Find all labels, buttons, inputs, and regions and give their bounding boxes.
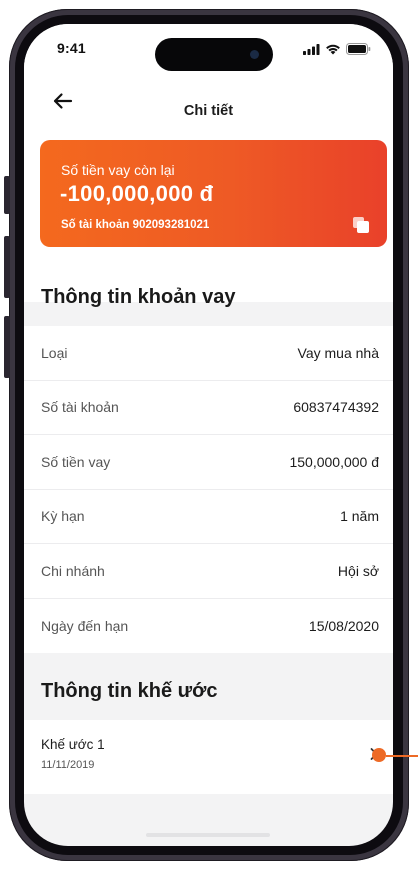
row-key: Số tiền vay xyxy=(41,453,111,470)
balance-label: Số tiền vay còn lại xyxy=(61,162,175,178)
screen: 9:41 Chi tiết Số tiền vay còn lại -100,0… xyxy=(24,24,393,846)
row-key: Kỳ hạn xyxy=(41,508,85,525)
row-value: 150,000,000 đ xyxy=(289,453,379,470)
annotation-pointer-dot xyxy=(372,748,386,762)
row-value: Hội sở xyxy=(337,562,379,579)
nav-header: Chi tiết xyxy=(24,72,393,132)
copy-icon[interactable] xyxy=(352,216,370,234)
row-value: Vay mua nhà xyxy=(297,344,379,361)
battery-icon xyxy=(346,43,371,55)
info-row-loan-amount: Số tiền vay 150,000,000 đ xyxy=(24,435,393,490)
row-key: Ngày đến hạn xyxy=(41,617,129,634)
side-button-volume-up xyxy=(4,236,10,298)
contracts-heading: Thông tin khế ước xyxy=(41,680,218,702)
contract-list-item[interactable]: Khế ước 1 11/11/2019 xyxy=(24,720,393,794)
status-icons xyxy=(303,43,371,55)
camera-icon xyxy=(250,50,259,59)
balance-amount: -100,000,000 đ xyxy=(60,181,214,206)
page-title: Chi tiết xyxy=(183,103,234,119)
loan-info-list: Loại Vay mua nhà Số tài khoản 6083747439… xyxy=(24,326,393,653)
card-account-number: Số tài khoản 902093281021 xyxy=(61,219,210,231)
loan-info-heading: Thông tin khoản vay xyxy=(41,286,236,308)
row-key: Số tài khoản xyxy=(41,399,119,416)
loan-balance-card: Số tiền vay còn lại -100,000,000 đ Số tà… xyxy=(40,140,387,247)
contract-name: Khế ước 1 xyxy=(41,737,105,752)
status-bar: 9:41 xyxy=(24,24,393,72)
status-time: 9:41 xyxy=(57,40,86,56)
info-row-account: Số tài khoản 60837474392 xyxy=(24,381,393,435)
row-value: 60837474392 xyxy=(293,399,379,416)
info-row-term: Kỳ hạn 1 năm xyxy=(24,490,393,544)
side-button-volume-down xyxy=(4,316,10,378)
info-row-due-date: Ngày đến hạn 15/08/2020 xyxy=(24,599,393,654)
signal-icon xyxy=(303,43,320,55)
contract-date: 11/11/2019 xyxy=(41,759,95,771)
info-row-branch: Chi nhánh Hội sở xyxy=(24,544,393,599)
row-value: 1 năm xyxy=(340,508,379,525)
annotation-pointer-line xyxy=(386,755,418,757)
dynamic-island xyxy=(155,38,273,71)
row-key: Loại xyxy=(41,344,68,361)
row-value: 15/08/2020 xyxy=(308,617,379,634)
info-row-type: Loại Vay mua nhà xyxy=(24,326,393,381)
wifi-icon xyxy=(326,44,340,54)
home-indicator xyxy=(146,833,270,837)
row-key: Chi nhánh xyxy=(41,562,105,579)
side-button-mute xyxy=(4,176,10,214)
